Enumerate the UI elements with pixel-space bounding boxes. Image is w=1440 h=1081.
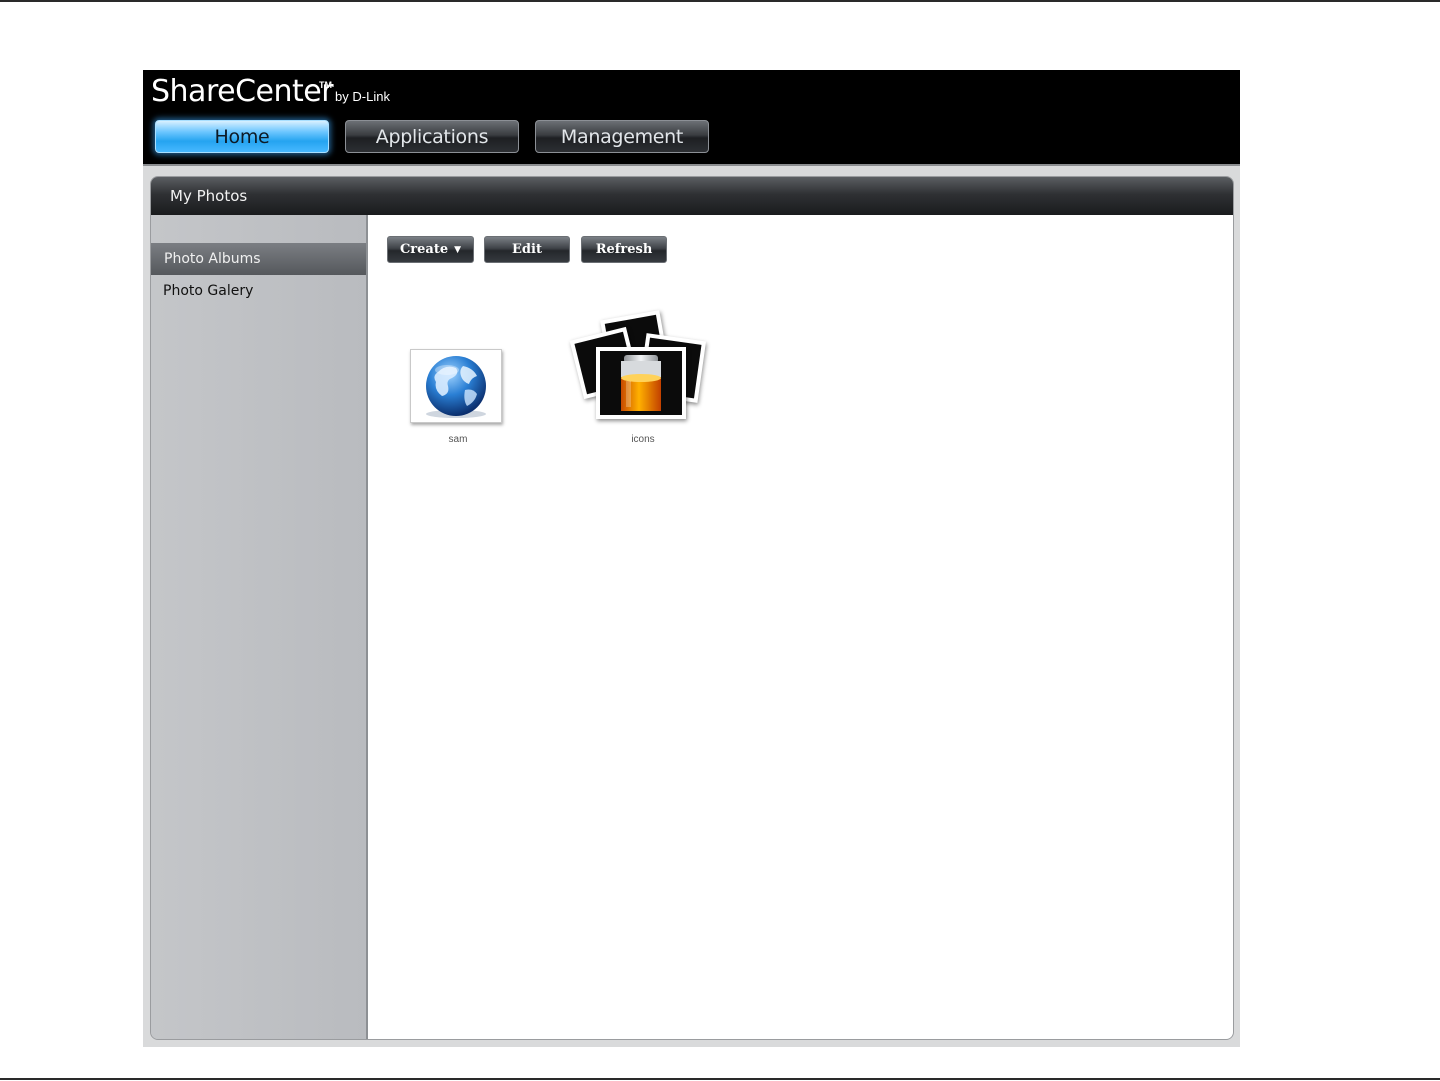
sidebar-item-photo-albums[interactable]: Photo Albums: [151, 243, 366, 275]
album-item-icons[interactable]: icons: [568, 310, 718, 445]
chevron-down-icon: ▼: [454, 244, 462, 255]
albums-content: Create ▼ Edit Refresh sam icons: [368, 215, 1233, 1039]
nav-management-button[interactable]: Management: [535, 120, 709, 153]
sidebar: Photo Albums Photo Galery: [151, 215, 368, 1039]
logo-main-text: ShareCenter: [151, 74, 334, 109]
globe-icon: [426, 356, 486, 418]
logo-trademark: TM: [319, 80, 332, 90]
bottom-divider: [0, 1078, 1440, 1080]
create-button-label: Create: [399, 242, 449, 257]
refresh-button[interactable]: Refresh: [581, 236, 667, 263]
battery-icon: [621, 355, 661, 411]
app-window: ShareCenter by D-Link TM Home Application…: [143, 70, 1240, 1047]
album-label: sam: [448, 434, 468, 445]
create-button[interactable]: Create ▼: [387, 236, 474, 263]
app-header: ShareCenter by D-Link TM Home Application…: [143, 70, 1240, 166]
panel-title: My Photos: [151, 177, 1233, 215]
album-thumbnail: [410, 349, 502, 423]
nav-applications-button[interactable]: Applications: [345, 120, 519, 153]
edit-button[interactable]: Edit: [484, 236, 570, 263]
album-label: icons: [631, 434, 655, 445]
nav-home-button[interactable]: Home: [155, 120, 329, 153]
album-item-sam[interactable]: sam: [408, 315, 508, 445]
sharecenter-logo: ShareCenter by D-Link TM: [151, 74, 390, 109]
sidebar-item-photo-galery[interactable]: Photo Galery: [151, 275, 366, 307]
top-divider: [0, 0, 1440, 2]
logo-by-text: by D-Link: [335, 89, 390, 104]
my-photos-panel: My Photos Photo Albums Photo Galery Crea…: [150, 176, 1234, 1040]
album-photo-front: [596, 347, 686, 419]
